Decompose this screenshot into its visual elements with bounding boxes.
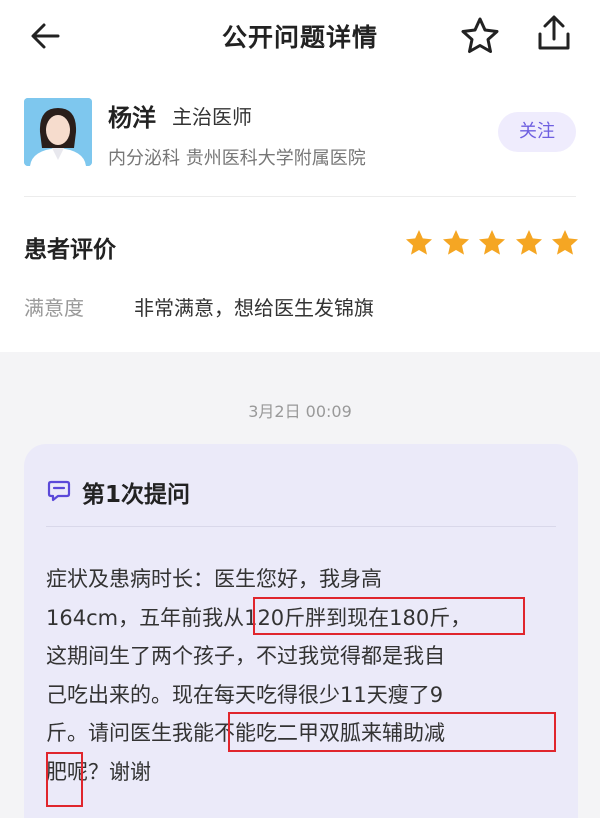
patient-evaluation-heading: 患者评价: [24, 237, 116, 263]
message-timestamp: 3月2日 00:09: [248, 402, 352, 421]
share-icon: [538, 15, 570, 50]
doctor-name: 杨洋: [108, 104, 156, 132]
highlight-box: [228, 712, 556, 752]
question-line: 肥呢？谢谢: [46, 759, 151, 784]
divider: [24, 196, 576, 197]
page-title: 公开问题详情: [221, 23, 378, 52]
star-filled-icon: [515, 230, 542, 255]
question-line: 这期间生了两个孩子，不过我觉得都是我自: [46, 644, 445, 668]
card-divider: [46, 526, 556, 527]
highlight-box: [253, 597, 525, 635]
favorite-button[interactable]: [458, 14, 502, 58]
satisfaction-value: 非常满意，想给医生发锦旗: [134, 296, 374, 320]
share-button[interactable]: [532, 12, 576, 56]
satisfaction-label: 满意度: [24, 296, 84, 320]
star-rating: [404, 228, 580, 260]
chat-bubble-icon: [47, 480, 71, 502]
question-title: 第1次提问: [82, 482, 191, 508]
star-filled-icon: [479, 230, 505, 255]
question-line: 症状及患病时长：医生您好，我身高: [46, 567, 382, 591]
doctor-department-hospital: 内分泌科 贵州医科大学附属医院: [108, 148, 366, 169]
doctor-title: 主治医师: [172, 105, 252, 129]
question-line: 己吃出来的。现在每天吃得很少11天瘦了9: [46, 682, 444, 707]
star-filled-icon: [406, 230, 432, 255]
question-body: 症状及患病时长：医生您好，我身高 164cm，五年前我从120斤胖到现在180斤…: [46, 560, 471, 791]
follow-button[interactable]: 关注: [498, 112, 576, 152]
doctor-and-evaluation-section: 杨洋 主治医师 内分泌科 贵州医科大学附属医院 关注 患者评价 满意度 非常满意…: [0, 68, 600, 352]
top-navigation-bar: 公开问题详情: [0, 0, 600, 68]
star-filled-icon: [442, 230, 469, 255]
star-filled-icon: [552, 230, 578, 255]
doctor-avatar[interactable]: [24, 98, 92, 166]
highlight-box: [46, 752, 83, 807]
doctor-photo: [24, 98, 92, 166]
star-outline-icon: [461, 17, 499, 53]
